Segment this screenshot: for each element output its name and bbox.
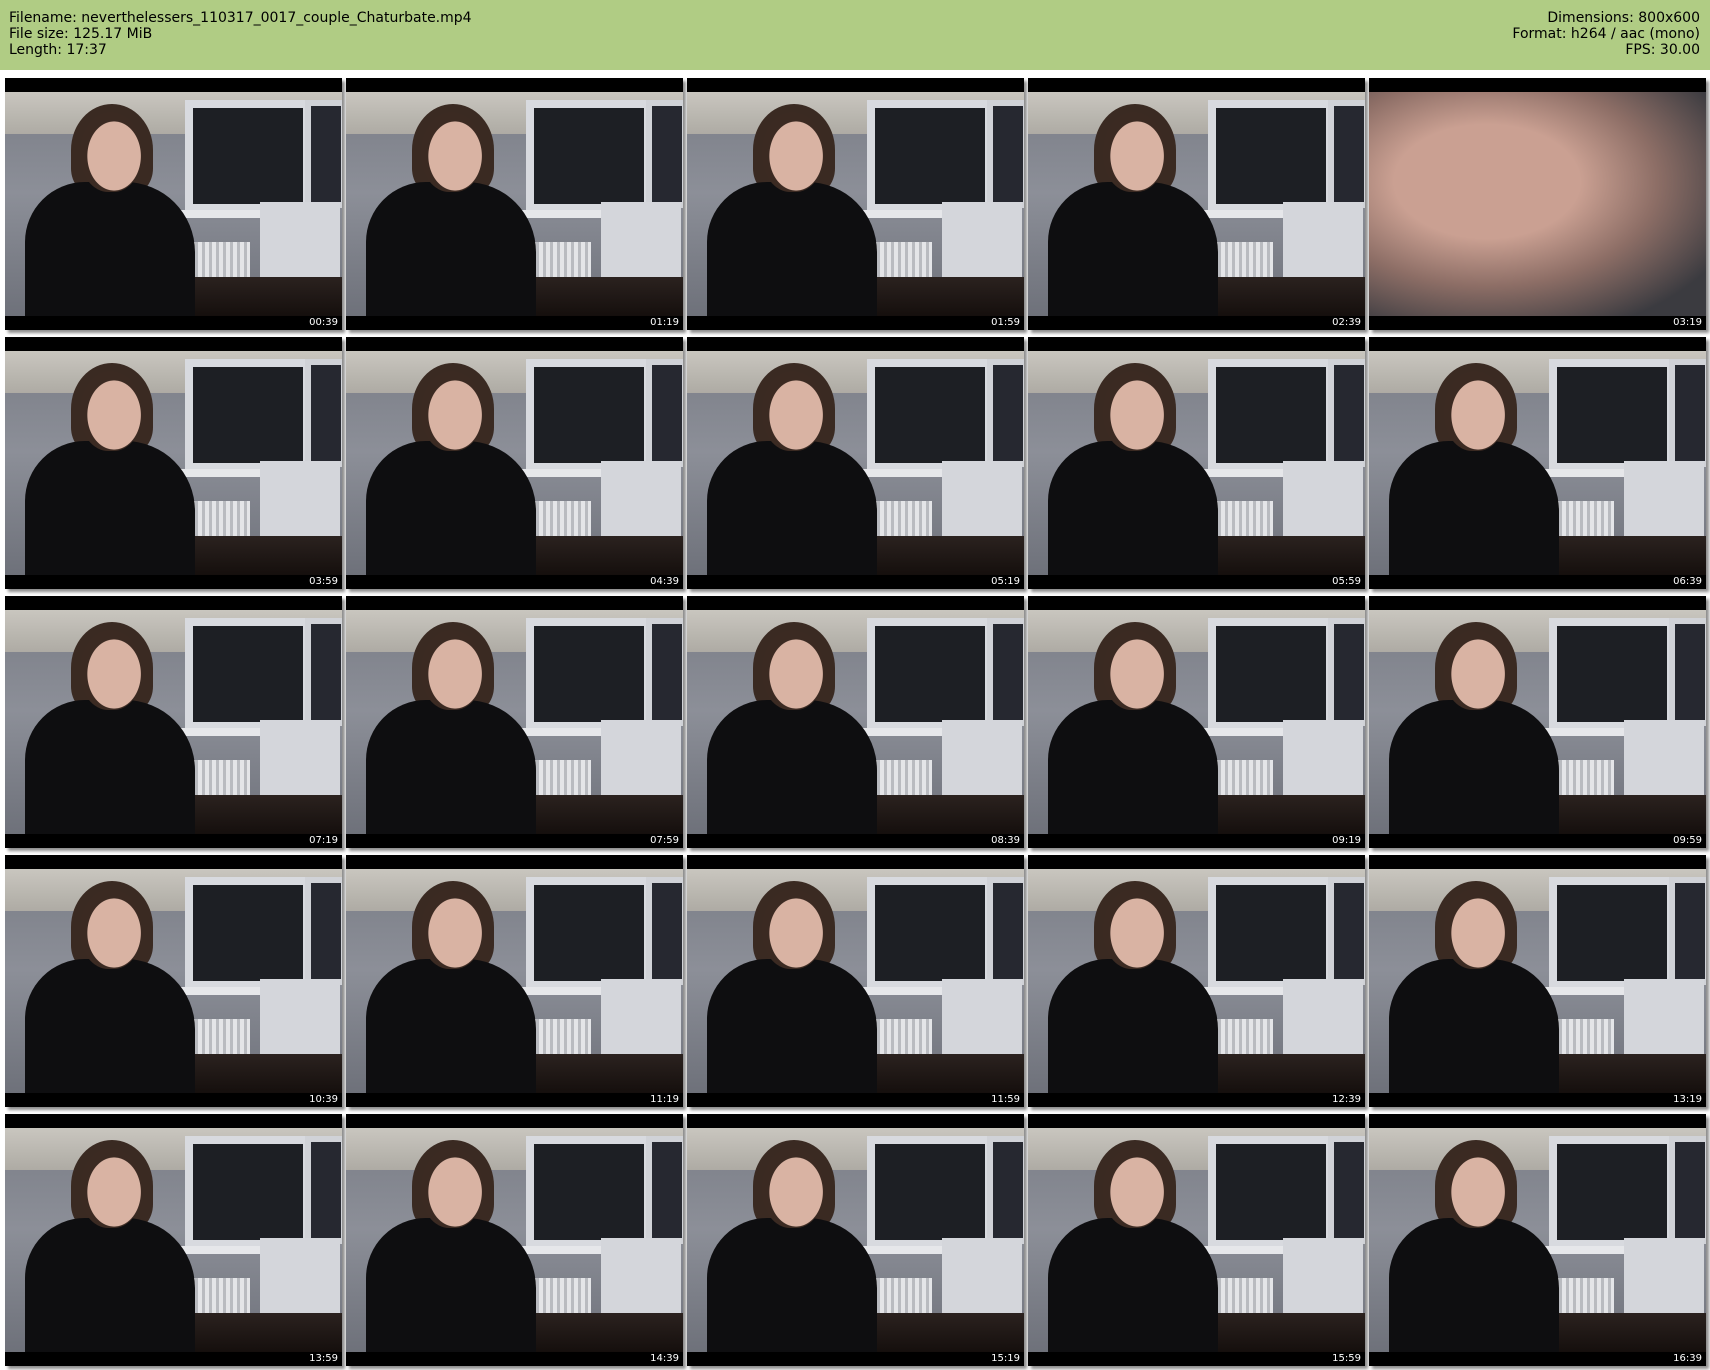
frame-image [5, 351, 342, 575]
frame-image [5, 869, 342, 1093]
video-thumbnail: 01:19 [346, 78, 683, 330]
frame-image [1369, 351, 1706, 575]
frame-image [687, 869, 1024, 1093]
video-thumbnail: 10:39 [5, 855, 342, 1107]
video-thumbnail: 07:19 [5, 596, 342, 848]
video-thumbnail: 15:59 [1028, 1114, 1365, 1366]
timestamp: 08:39 [991, 835, 1020, 846]
frame-image [346, 1128, 683, 1352]
timestamp: 05:59 [1332, 576, 1361, 587]
timestamp: 05:19 [991, 576, 1020, 587]
timestamp: 09:59 [1673, 835, 1702, 846]
video-thumbnail: 04:39 [346, 337, 683, 589]
video-thumbnail: 15:19 [687, 1114, 1024, 1366]
timestamp: 15:19 [991, 1353, 1020, 1364]
frame-image [1369, 92, 1706, 316]
timestamp: 16:39 [1673, 1353, 1702, 1364]
frame-image [346, 351, 683, 575]
timestamp: 07:19 [309, 835, 338, 846]
timestamp: 06:39 [1673, 576, 1702, 587]
video-thumbnail: 06:39 [1369, 337, 1706, 589]
frame-image [5, 92, 342, 316]
timestamp: 03:19 [1673, 317, 1702, 328]
frame-image [5, 610, 342, 834]
timestamp: 07:59 [650, 835, 679, 846]
video-thumbnail: 01:59 [687, 78, 1024, 330]
timestamp: 12:39 [1332, 1094, 1361, 1105]
info-header: Filename: neverthelessers_110317_0017_co… [0, 0, 1710, 70]
timestamp: 13:59 [309, 1353, 338, 1364]
timestamp: 04:39 [650, 576, 679, 587]
frame-image [1028, 869, 1365, 1093]
video-thumbnail: 02:39 [1028, 78, 1365, 330]
dimensions-text: Dimensions: 800x600 [1547, 10, 1700, 26]
timestamp: 00:39 [309, 317, 338, 328]
frame-image [687, 92, 1024, 316]
video-thumbnail: 00:39 [5, 78, 342, 330]
frame-image [687, 351, 1024, 575]
timestamp: 10:39 [309, 1094, 338, 1105]
frame-image [346, 92, 683, 316]
frame-image [1369, 869, 1706, 1093]
format-text: Format: h264 / aac (mono) [1512, 26, 1700, 42]
video-thumbnail: 13:19 [1369, 855, 1706, 1107]
frame-image [5, 1128, 342, 1352]
video-thumbnail: 05:19 [687, 337, 1024, 589]
timestamp: 15:59 [1332, 1353, 1361, 1364]
frame-image [1369, 1128, 1706, 1352]
video-thumbnail: 11:19 [346, 855, 683, 1107]
frame-image [687, 610, 1024, 834]
video-thumbnail: 11:59 [687, 855, 1024, 1107]
media-info: Dimensions: 800x600 Format: h264 / aac (… [1512, 10, 1700, 58]
fps-text: FPS: 30.00 [1625, 42, 1700, 58]
timestamp: 11:59 [991, 1094, 1020, 1105]
timestamp: 13:19 [1673, 1094, 1702, 1105]
timestamp: 11:19 [650, 1094, 679, 1105]
video-thumbnail: 12:39 [1028, 855, 1365, 1107]
frame-image [346, 610, 683, 834]
video-thumbnail: 07:59 [346, 596, 683, 848]
video-thumbnail: 08:39 [687, 596, 1024, 848]
filesize-text: File size: 125.17 MiB [9, 26, 153, 42]
frame-image [1369, 610, 1706, 834]
timestamp: 09:19 [1332, 835, 1361, 846]
frame-image [346, 869, 683, 1093]
filename-text: Filename: neverthelessers_110317_0017_co… [9, 10, 472, 26]
video-thumbnail: 05:59 [1028, 337, 1365, 589]
frame-image [1028, 1128, 1365, 1352]
frame-image [1028, 351, 1365, 575]
file-info: Filename: neverthelessers_110317_0017_co… [9, 10, 472, 58]
video-thumbnail: 14:39 [346, 1114, 683, 1366]
video-thumbnail: 16:39 [1369, 1114, 1706, 1366]
timestamp: 02:39 [1332, 317, 1361, 328]
timestamp: 01:59 [991, 317, 1020, 328]
timestamp: 01:19 [650, 317, 679, 328]
frame-image [1028, 610, 1365, 834]
video-thumbnail: 09:19 [1028, 596, 1365, 848]
timestamp: 14:39 [650, 1353, 679, 1364]
video-thumbnail: 03:19 [1369, 78, 1706, 330]
video-thumbnail: 09:59 [1369, 596, 1706, 848]
length-text: Length: 17:37 [9, 42, 107, 58]
video-thumbnail: 13:59 [5, 1114, 342, 1366]
frame-image [687, 1128, 1024, 1352]
video-thumbnail: 03:59 [5, 337, 342, 589]
timestamp: 03:59 [309, 576, 338, 587]
frame-image [1028, 92, 1365, 316]
